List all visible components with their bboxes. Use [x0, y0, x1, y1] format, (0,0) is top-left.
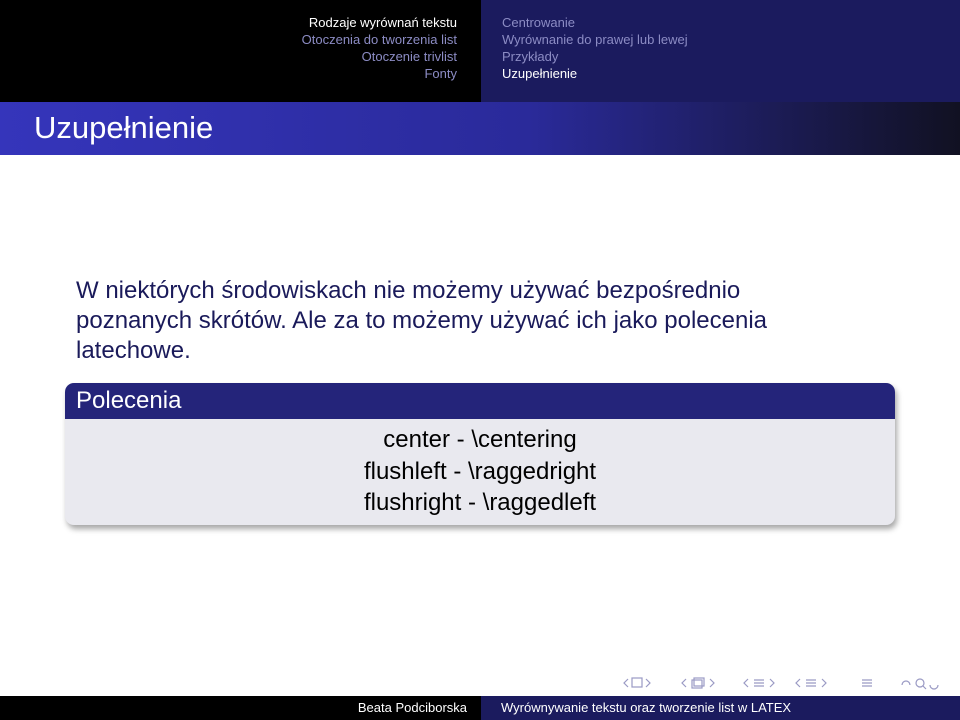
- block-body: center - \centering flushleft - \raggedr…: [65, 419, 895, 525]
- nav-subsection-item[interactable]: Przykłady: [502, 48, 688, 65]
- nav-align-icon[interactable]: [862, 679, 872, 687]
- section-navigation: Rodzaje wyrównań tekstu Otoczenia do two…: [0, 0, 473, 102]
- nav-frame-icon[interactable]: [623, 677, 651, 688]
- block-title-bar: Polecenia: [65, 383, 895, 419]
- commands-block: Polecenia center - \centering flushleft …: [65, 383, 895, 525]
- nav-subsection-item[interactable]: Uzupełnienie: [502, 65, 688, 82]
- body-line: poznanych skrótów. Ale za to możemy używ…: [76, 307, 768, 334]
- body-paragraph: W niektórych środowiskach nie możemy uży…: [76, 276, 836, 366]
- navigation-symbols: [623, 677, 939, 690]
- footer-bar: Beata Podciborska Wyrównywanie tekstu or…: [0, 696, 960, 720]
- footer-title-box: Wyrównywanie tekstu oraz tworzenie list …: [481, 696, 960, 720]
- subsection-navigation: Centrowanie Wyrównanie do prawej lub lew…: [481, 0, 960, 102]
- block-line: flushright - \raggedleft: [363, 489, 597, 516]
- frame-title-band: Uzupełnienie: [0, 102, 960, 155]
- nav-section-item[interactable]: Fonty: [302, 65, 457, 82]
- nav-section-icon[interactable]: [743, 678, 775, 688]
- block-line: flushleft - \raggedright: [363, 458, 597, 485]
- nav-section-item[interactable]: Otoczenia do tworzenia list: [302, 31, 457, 48]
- nav-section-item[interactable]: Rodzaje wyrównań tekstu: [302, 14, 457, 31]
- nav-document-icon[interactable]: [795, 678, 827, 688]
- top-navigation-bar: Rodzaje wyrównań tekstu Otoczenia do two…: [0, 0, 960, 102]
- footer-title: Wyrównywanie tekstu oraz tworzenie list …: [501, 700, 792, 715]
- nav-search-icon[interactable]: [901, 678, 939, 690]
- nav-subsection-icon[interactable]: [681, 677, 715, 689]
- body-line: latechowe.: [76, 337, 191, 364]
- block-line: center - \centering: [383, 426, 577, 453]
- nav-section-item[interactable]: Otoczenie trivlist: [302, 48, 457, 65]
- nav-subsection-item[interactable]: Wyrównanie do prawej lub lewej: [502, 31, 688, 48]
- frame-title: Uzupełnienie: [34, 110, 214, 145]
- nav-subsection-item[interactable]: Centrowanie: [502, 14, 688, 31]
- body-line: W niektórych środowiskach nie możemy uży…: [76, 277, 741, 304]
- footer-author-box: Beata Podciborska: [0, 696, 481, 720]
- block-title: Polecenia: [76, 387, 182, 414]
- footer-author: Beata Podciborska: [357, 700, 467, 715]
